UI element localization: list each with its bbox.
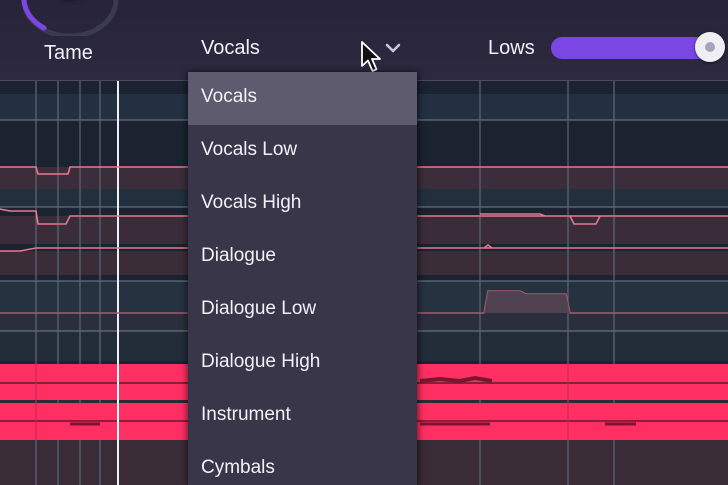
dropdown-option-label: Dialogue Low — [201, 298, 317, 319]
dropdown-option-label: Vocals Low — [201, 139, 298, 160]
dropdown-option-label: Instrument — [201, 404, 291, 425]
dropdown-option-label: Dialogue High — [201, 351, 321, 372]
mode-select-value: Vocals — [201, 37, 260, 59]
dropdown-option-instrument[interactable]: Instrument — [188, 390, 417, 443]
curve-fills — [484, 291, 570, 313]
lows-slider[interactable] — [551, 32, 728, 62]
dropdown-option-label: Vocals — [201, 86, 257, 107]
lows-label: Lows — [488, 37, 535, 59]
dropdown-option-cymbals[interactable]: Cymbals — [188, 443, 417, 485]
tame-knob-label: Tame — [44, 42, 93, 64]
lows-slider-thumb-center — [705, 42, 715, 52]
dropdown-option-label: Dialogue — [201, 245, 276, 266]
tame-knob-arc — [21, 0, 119, 36]
dropdown-option-vocals-high[interactable]: Vocals High — [188, 178, 417, 231]
dropdown-option-dialogue-low[interactable]: Dialogue Low — [188, 284, 417, 337]
lows-slider-fill — [551, 37, 718, 59]
tame-knob[interactable] — [14, 0, 126, 36]
mode-dropdown-menu: Vocals Vocals Low Vocals High Dialogue D… — [188, 72, 417, 485]
dropdown-option-label: Vocals High — [201, 192, 302, 213]
dropdown-option-vocals-low[interactable]: Vocals Low — [188, 125, 417, 178]
lows-slider-thumb[interactable] — [695, 32, 725, 62]
top-control-bar: Tame Vocals Lows — [0, 0, 728, 81]
chevron-down-icon[interactable] — [385, 42, 401, 54]
dropdown-option-dialogue-high[interactable]: Dialogue High — [188, 337, 417, 390]
dropdown-option-label: Cymbals — [201, 457, 275, 478]
dropdown-option-vocals[interactable]: Vocals — [188, 72, 417, 125]
dropdown-option-dialogue[interactable]: Dialogue — [188, 231, 417, 284]
mouse-cursor-icon — [361, 41, 381, 72]
